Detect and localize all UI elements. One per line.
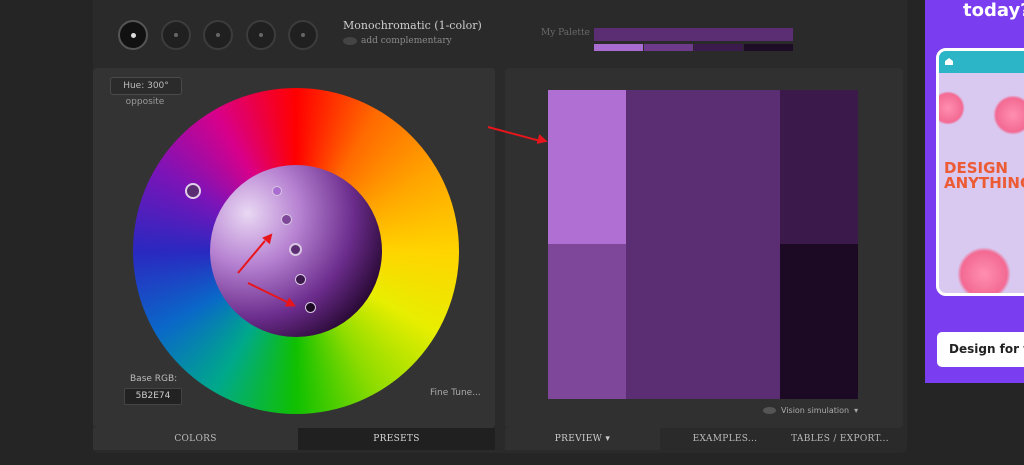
flower-decoration <box>993 95 1024 135</box>
mono-scheme-icon <box>130 32 136 38</box>
palette-swatch[interactable] <box>594 44 643 51</box>
tab-examples[interactable]: EXAMPLES... <box>670 428 780 450</box>
tab-tables-export[interactable]: TABLES / EXPORT... <box>780 428 900 450</box>
triad-scheme-button[interactable] <box>203 20 233 50</box>
palette-swatch[interactable] <box>694 44 743 51</box>
dropdown-arrow-icon: ▾ <box>854 406 859 415</box>
side-advertisement[interactable]: today? DESIGN ANYTHING Design for free <box>925 0 1024 383</box>
hue-handle[interactable] <box>185 183 201 199</box>
flower-decoration <box>957 247 1011 293</box>
palette-base-swatch[interactable] <box>594 28 793 41</box>
ad-title: today? <box>963 0 1024 21</box>
ad-phone-header <box>939 51 1024 73</box>
color-dot[interactable] <box>281 214 292 225</box>
flower-decoration <box>939 91 965 125</box>
add-complementary-toggle[interactable]: add complementary <box>343 36 452 46</box>
color-dot[interactable] <box>272 186 282 196</box>
tab-presets[interactable]: PRESETS <box>298 428 495 450</box>
base-rgb-input[interactable]: 5B2E74 <box>124 388 182 405</box>
opposite-label[interactable]: opposite <box>110 97 180 107</box>
tab-preview-label: PREVIEW <box>554 434 603 444</box>
eye-icon <box>763 407 776 414</box>
tetrad-scheme-icon <box>259 33 263 37</box>
hue-label[interactable]: Hue: 300° <box>110 77 182 95</box>
my-palette-label: My Palette <box>541 28 590 38</box>
preview-darkest-cell[interactable] <box>780 244 858 399</box>
eye-icon <box>343 37 357 45</box>
add-complementary-label: add complementary <box>361 36 452 46</box>
vision-simulation-toggle[interactable]: Vision simulation ▾ <box>763 406 858 415</box>
palette-swatch[interactable] <box>744 44 793 51</box>
color-wheel-panel: Hue: 300° opposite Base RGB: 5B2E74 Fine… <box>93 68 495 428</box>
palette-swatch[interactable] <box>644 44 693 51</box>
complement-scheme-button[interactable] <box>161 20 191 50</box>
tetrad-scheme-button[interactable] <box>246 20 276 50</box>
complement-scheme-icon <box>174 33 178 37</box>
ad-phone-mockup: DESIGN ANYTHING <box>936 48 1024 296</box>
preview-panel: Vision simulation ▾ <box>505 68 903 428</box>
ad-cta-button[interactable]: Design for free <box>937 332 1024 367</box>
ad-headline: DESIGN ANYTHING <box>944 159 1024 192</box>
preview-light-cell[interactable] <box>548 90 626 244</box>
analogic-scheme-icon <box>301 33 305 37</box>
preview-light-mid-cell[interactable] <box>548 244 626 399</box>
tab-preview[interactable]: PREVIEW ▾ <box>505 428 660 450</box>
home-icon <box>945 58 953 65</box>
dropdown-arrow-icon: ▾ <box>605 434 611 444</box>
fine-tune-link[interactable]: Fine Tune... <box>430 388 481 398</box>
right-tabs: PREVIEW ▾ EXAMPLES... TABLES / EXPORT... <box>505 428 903 450</box>
tab-colors[interactable]: COLORS <box>93 428 298 450</box>
color-dot[interactable] <box>295 274 306 285</box>
color-dot[interactable] <box>305 302 316 313</box>
triad-scheme-icon <box>216 33 220 37</box>
scheme-name: Monochromatic (1-color) <box>343 19 482 32</box>
palette-preview <box>548 90 858 399</box>
base-rgb-label: Base RGB: <box>130 374 178 384</box>
base-color-dot[interactable] <box>289 243 302 256</box>
preview-dark-cell[interactable] <box>780 90 858 244</box>
preview-base-cell[interactable] <box>626 90 780 399</box>
vision-simulation-label: Vision simulation <box>781 406 850 415</box>
analogic-scheme-button[interactable] <box>288 20 318 50</box>
paletton-app: Monochromatic (1-color) add complementar… <box>93 0 907 453</box>
mono-scheme-button[interactable] <box>118 20 148 50</box>
left-tabs: COLORS PRESETS <box>93 428 495 450</box>
